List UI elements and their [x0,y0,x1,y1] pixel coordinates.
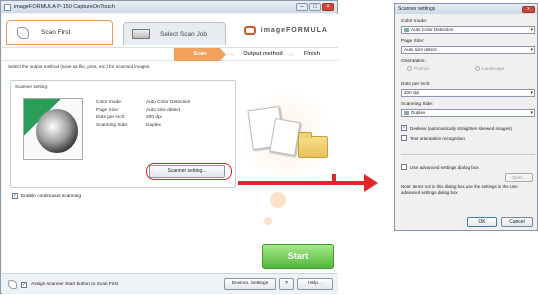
title-bar: imageFORMULA P-150 CaptureOnTouch – □ × [1,1,337,13]
checkbox-icon[interactable]: ✓ [21,281,27,288]
canon-logo-icon [243,26,256,35]
instruction-text: Select the output method (save as file, … [2,61,338,72]
decoration-bubble [264,217,272,225]
window-controls: – □ × [296,3,334,11]
use-advanced-label: Use advanced settings dialog box [410,164,479,170]
step-bar: Scan → Output method → Finish [2,47,338,61]
checkbox-icon[interactable] [401,135,407,141]
color-mode-icon [404,27,409,32]
text-orientation-checkbox[interactable]: Text orientation recognition [401,135,465,141]
enable-continuous-scanning[interactable]: ✓ Enable continuous scanning [12,193,81,199]
scanner-settings-dialog: Scanner settings x Color mode: Auto Colo… [394,3,538,231]
document-illustration [23,98,83,160]
step-scan: Scan [174,48,226,61]
help-button[interactable]: Help... [297,278,333,290]
tab-row: Scan First Select Scan Job imageFORMULA [2,14,338,47]
chevron-down-icon: ▾ [530,90,533,96]
brand-text: imageFORMULA [260,27,328,34]
radio-icon [475,66,480,71]
page-size-label: Page Size: [401,39,425,44]
chevron-down-icon: ▾ [530,110,533,116]
hand-icon [8,280,17,289]
color-mode-select[interactable]: Auto Color Detection ▾ [401,26,535,34]
dialog-title: Scanner settings [398,6,436,12]
bottom-bar: ✓ Assign scanner Start button to Scan Fi… [2,273,338,294]
orientation-label: Orientation: [401,59,426,64]
scanner-icon [132,29,150,39]
setting-row: Dots per inch: 200 dpi [96,115,162,120]
dialog-note: Note: Items not in this dialog box use t… [401,184,518,195]
ok-button[interactable]: OK [467,217,497,227]
red-arrow [332,174,336,184]
assign-start-button[interactable]: ✓ Assign scanner Start button to Scan Fi… [8,280,118,289]
cancel-button[interactable]: Cancel [501,217,533,227]
dialog-title-bar: Scanner settings x [395,4,537,14]
scanning-side-select[interactable]: Duplex ▾ [401,109,535,117]
checkbox-icon[interactable] [401,164,407,170]
chevron-down-icon: ▾ [530,27,533,33]
question-button[interactable]: ? [279,278,294,290]
scanner-setting-title: Scanner setting: [15,84,49,89]
setting-row: Scanning Side: Duplex [96,122,161,128]
step-output-method: Output method [243,51,283,57]
start-button[interactable]: Start [262,244,334,269]
maximize-button[interactable]: □ [309,3,321,11]
radio-icon [407,66,412,71]
divider [401,154,535,155]
setting-row: Page Size: Auto size detect [96,107,181,113]
folder-icon [298,132,328,158]
step-finish: Finish [303,51,321,57]
scanning-side-value: Duplex [411,110,426,115]
page-size-select[interactable]: Auto size detect ▾ [401,46,535,54]
app-icon [4,3,11,11]
step-arrow-icon: → [228,51,235,58]
dpi-label: Dots per inch: [401,82,431,87]
use-advanced-checkbox[interactable]: Use advanced settings dialog box [401,164,479,170]
tab-label: Select Scan Job [160,30,207,38]
tab-label: Scan First [41,29,71,36]
environ-settings-button[interactable]: Environ. Settings [224,278,276,290]
enable-continuous-label: Enable continuous scanning [21,193,82,199]
red-arrow [238,181,366,185]
color-mode-value: Auto Color Detection [411,27,454,32]
text-orientation-label: Text orientation recognition [410,135,465,141]
radio-landscape[interactable]: Landscape [475,66,504,71]
brand: imageFORMULA [243,26,328,35]
scanner-setting-panel: Scanner setting: Color mode: Auto Color D… [10,80,236,188]
tab-select-scan-job[interactable]: Select Scan Job [123,22,226,45]
close-button[interactable]: × [322,3,334,11]
checkbox-icon[interactable]: ✓ [12,193,18,199]
hand-icon [17,26,29,39]
scanning-side-label: Scanning Side: [401,102,434,107]
assign-label: Assign scanner Start button to Scan Firs… [31,282,119,287]
chevron-down-icon: ▾ [530,47,533,53]
color-mode-label: Color mode: [401,19,428,24]
deskew-label: Deskew (automatically straighten skewed … [410,125,512,131]
open-button[interactable]: Open... [505,173,533,182]
deskew-checkbox[interactable]: ✓ Deskew (automatically straighten skewed… [401,125,512,131]
decoration-bubble [270,192,286,208]
page-size-value: Auto size detect [404,47,437,52]
minimize-button[interactable]: – [296,3,308,11]
window-title: imageFORMULA P-150 CaptureOnTouch [14,4,115,10]
setting-row: Color mode: Auto Color Detection [96,100,191,105]
tab-scan-first[interactable]: Scan First [6,20,113,45]
dpi-select[interactable]: 200 dpi ▾ [401,89,535,97]
main-window: imageFORMULA P-150 CaptureOnTouch – □ × … [0,0,338,295]
duplex-icon [404,110,409,115]
dpi-value: 200 dpi [404,90,420,95]
scanner-setting-values: Color mode: Auto Color Detection Page Siz… [96,99,190,129]
radio-portrait[interactable]: Portrait [407,66,429,71]
scanner-setting-button[interactable]: Scanner setting... [149,165,225,178]
red-arrow [364,174,378,192]
dialog-close-button[interactable]: x [522,5,535,13]
checkbox-icon[interactable]: ✓ [401,125,407,131]
